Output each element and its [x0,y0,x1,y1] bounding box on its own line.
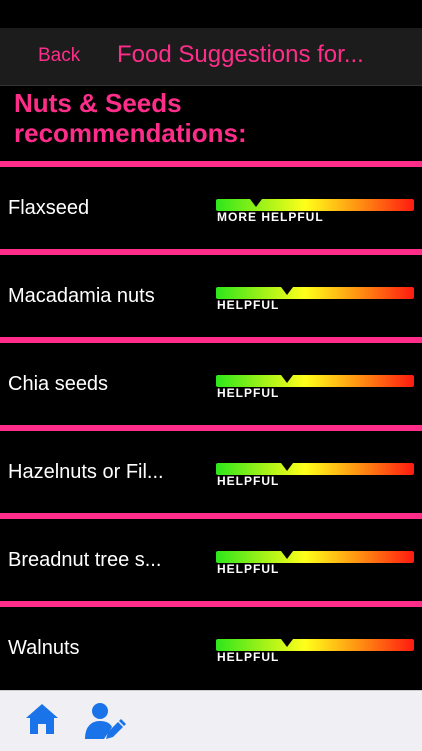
meter-marker [281,639,294,647]
meter-marker [281,463,294,471]
helpfulness-meter: HELPFUL [216,287,414,312]
tab-bar [0,690,422,751]
rating-label: HELPFUL [217,474,280,488]
status-bar [0,0,422,28]
helpfulness-meter: HELPFUL [216,639,414,664]
navigation-bar: Back Food Suggestions for... [0,28,422,86]
item-name: Hazelnuts or Fil... [8,461,164,483]
item-name: Flaxseed [8,197,90,219]
list-item[interactable]: Breadnut tree s... HELPFUL [0,519,422,601]
meter-marker [249,199,262,207]
user-edit-icon[interactable] [84,701,126,741]
item-name: Walnuts [8,637,80,659]
list-item[interactable]: Chia seeds HELPFUL [0,343,422,425]
list-item[interactable]: Hazelnuts or Fil... HELPFUL [0,431,422,513]
rating-label: HELPFUL [217,298,280,312]
home-icon[interactable] [24,701,60,737]
list-item[interactable]: Walnuts HELPFUL [0,607,422,689]
meter-marker [281,551,294,559]
meter-marker [281,287,294,295]
recommendation-list: Flaxseed MORE HELPFUL Macadamia nuts HEL… [0,161,422,689]
meter-marker [281,375,294,383]
page-title: Food Suggestions for... [117,41,364,68]
rating-label: HELPFUL [217,386,280,400]
rating-label: HELPFUL [217,650,280,664]
helpfulness-meter: MORE HELPFUL [216,199,414,224]
rating-label: MORE HELPFUL [217,210,324,224]
item-name: Breadnut tree s... [8,549,162,571]
item-name: Chia seeds [8,373,109,395]
section-heading: Nuts & Seeds recommendations: [14,88,247,148]
helpfulness-meter: HELPFUL [216,551,414,576]
helpfulness-meter: HELPFUL [216,375,414,400]
rating-label: HELPFUL [217,562,280,576]
list-item[interactable]: Macadamia nuts HELPFUL [0,255,422,337]
item-name: Macadamia nuts [8,285,155,307]
helpfulness-meter: HELPFUL [216,463,414,488]
back-button[interactable]: Back [38,45,80,67]
list-item[interactable]: Flaxseed MORE HELPFUL [0,167,422,249]
